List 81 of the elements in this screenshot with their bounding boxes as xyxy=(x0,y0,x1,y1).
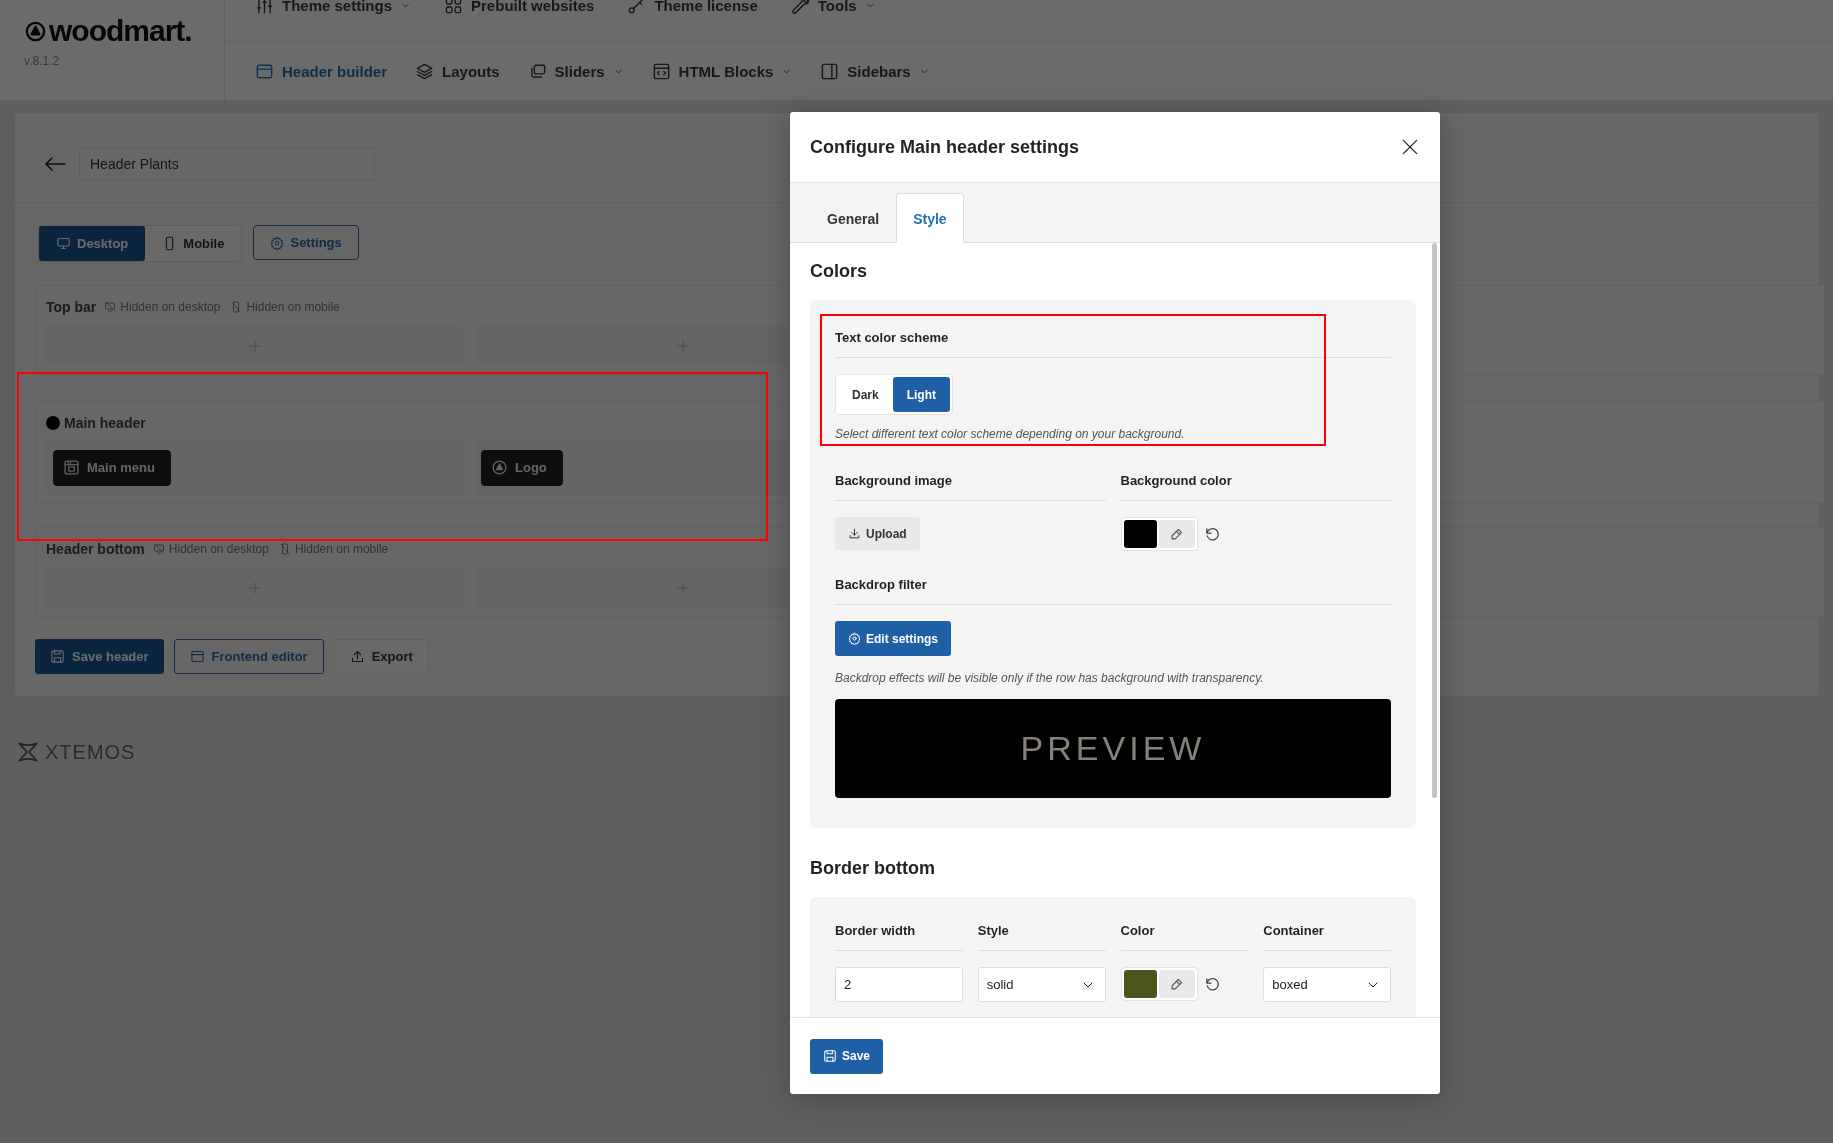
close-icon xyxy=(1400,137,1420,157)
reset-icon xyxy=(1203,975,1221,993)
field-label: Color xyxy=(1120,919,1249,951)
action-button[interactable]: Export xyxy=(333,639,429,674)
nav-link[interactable]: Header builder xyxy=(255,62,388,81)
nav-link[interactable]: Layouts xyxy=(415,62,500,81)
logo-icon xyxy=(491,459,508,476)
menu-icon xyxy=(63,459,80,476)
hint-text: Select different text color scheme depending on your background. xyxy=(835,427,1186,441)
header-name-field[interactable]: Header Plants xyxy=(79,146,375,181)
action-button[interactable]: Frontend editor xyxy=(173,639,324,674)
eyedropper-icon xyxy=(1169,526,1184,542)
reset-button[interactable] xyxy=(1203,975,1221,993)
tab[interactable]: General xyxy=(810,194,897,243)
brand-logo[interactable]: woodmart. xyxy=(49,14,192,48)
eyedropper-button[interactable] xyxy=(1158,520,1195,548)
eyedropper-button[interactable] xyxy=(1158,970,1195,998)
nav-link[interactable]: Theme license xyxy=(627,0,758,15)
edit-settings-button[interactable]: Edit settings xyxy=(835,621,951,656)
eyedropper-icon xyxy=(1169,976,1184,992)
upload-icon xyxy=(349,649,365,664)
select-field[interactable]: solid xyxy=(977,967,1106,1002)
scrollbar[interactable] xyxy=(1432,243,1437,798)
upload-button[interactable]: Upload xyxy=(835,517,920,550)
gear-icon xyxy=(270,235,285,250)
monitor-off-icon xyxy=(104,301,117,313)
scheme-option[interactable]: Light xyxy=(892,377,950,412)
nav-link[interactable]: Prebuilt websites xyxy=(444,0,595,15)
dialog-title: Configure Main header settings xyxy=(810,136,1080,158)
scheme-option[interactable]: Dark xyxy=(838,377,893,412)
reset-button[interactable] xyxy=(1203,525,1221,543)
save-icon xyxy=(823,1049,837,1063)
gear-icon xyxy=(848,632,861,645)
sliders-icon xyxy=(255,0,274,15)
download-icon xyxy=(848,527,861,540)
sidebar-icon xyxy=(820,62,840,81)
device-tab[interactable]: Desktop xyxy=(39,226,146,261)
row-title: Top bar xyxy=(46,299,97,315)
window-icon xyxy=(189,649,205,664)
nav-link[interactable]: HTML Blocks xyxy=(651,62,793,81)
save-button[interactable]: Save xyxy=(810,1038,884,1074)
logo-icon xyxy=(24,19,47,43)
section-heading: Border bottom xyxy=(810,858,936,879)
action-button[interactable]: Save header xyxy=(35,639,164,674)
settings-button[interactable]: Settings xyxy=(253,225,359,260)
grid-icon xyxy=(444,0,464,15)
nav-link[interactable]: Theme settings xyxy=(255,0,412,15)
tab[interactable]: Style xyxy=(896,193,964,243)
section-heading: Colors xyxy=(810,261,868,282)
select-field[interactable]: boxed xyxy=(1263,967,1391,1002)
field-label: Background color xyxy=(1120,469,1391,501)
field-label: Backdrop filter xyxy=(835,573,1391,605)
nav-link[interactable]: Sidebars xyxy=(820,62,930,81)
save-icon xyxy=(50,649,65,664)
row-title: Main header xyxy=(64,415,146,431)
phone-off-icon xyxy=(278,543,291,555)
nav-link[interactable]: Sliders xyxy=(527,62,624,81)
layers-icon xyxy=(415,62,435,81)
color-swatch[interactable] xyxy=(1123,520,1157,548)
number-field[interactable]: 2 xyxy=(835,967,963,1002)
element-chip[interactable]: Main menu xyxy=(53,449,171,486)
color-swatch[interactable] xyxy=(1123,970,1157,998)
hint-text: Backdrop effects will be visible only if the row has background with transparency. xyxy=(835,671,1265,685)
field-label: Background image xyxy=(835,469,1106,501)
monitor-off-icon xyxy=(152,543,165,555)
monitor-icon xyxy=(56,236,71,251)
device-tab[interactable]: Mobile xyxy=(145,226,242,261)
field-label: Text color scheme xyxy=(835,326,1391,358)
field-label: Container xyxy=(1263,919,1391,951)
field-label: Border width xyxy=(835,919,963,951)
code-icon xyxy=(651,62,671,81)
close-button[interactable] xyxy=(1400,137,1420,157)
nav-link[interactable]: Tools xyxy=(790,0,876,15)
row-title: Header bottom xyxy=(46,541,145,557)
element-chip[interactable]: Logo xyxy=(481,449,563,486)
reset-icon xyxy=(1203,525,1221,543)
window-icon xyxy=(255,62,274,81)
field-label: Style xyxy=(977,919,1106,951)
phone-off-icon xyxy=(230,301,243,313)
preview-text: PREVIEW xyxy=(1020,729,1206,768)
wrench-icon xyxy=(790,0,810,15)
